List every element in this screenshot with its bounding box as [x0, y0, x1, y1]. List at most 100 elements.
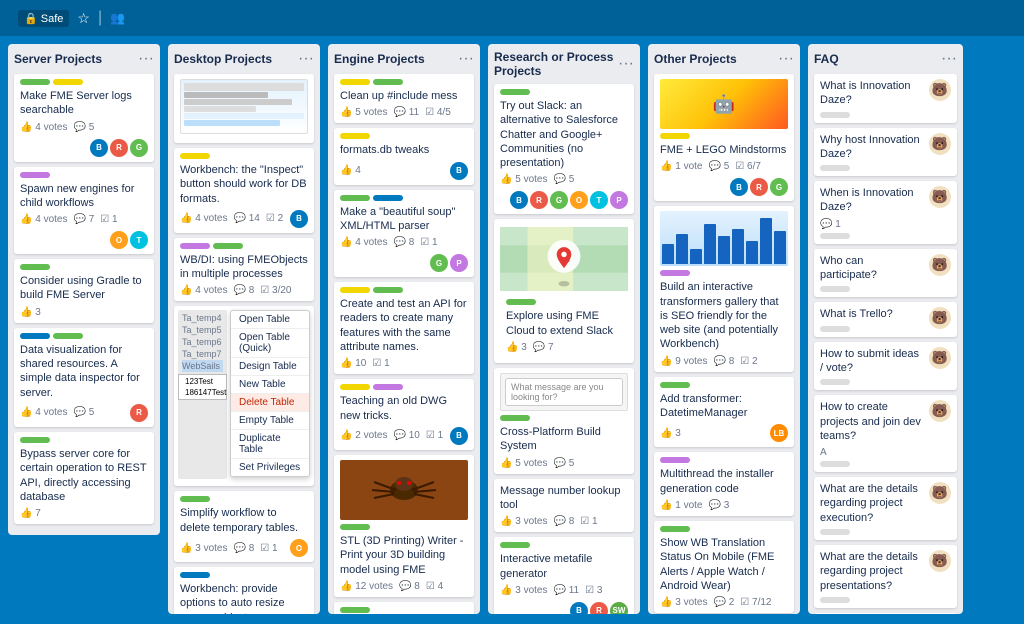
list-item[interactable]: Interactive metafile generator 👍 3 votes… — [494, 537, 634, 614]
list-item[interactable]: Make FME Server logs searchable 👍 4 vote… — [14, 74, 154, 162]
card-accumulator[interactable]: Build an interactive transformers galler… — [654, 206, 794, 371]
card-label — [660, 526, 690, 532]
list-item[interactable]: Make a "beautiful soup" XML/HTML parser … — [334, 190, 474, 278]
card-comments: 💬 5 — [73, 122, 94, 133]
menu-open-table[interactable]: Open Table — [231, 311, 309, 329]
list-item[interactable]: WB/DI: using FMEObjects in multiple proc… — [174, 238, 314, 302]
card-votes: 👍 5 votes — [500, 458, 547, 469]
list-item[interactable]: Create and test an API for readers to cr… — [334, 282, 474, 374]
card-label — [820, 233, 850, 239]
column-header: Other Projects ··· — [654, 50, 794, 68]
card-spider[interactable]: STL (3D Printing) Writer - Print your 3D… — [334, 455, 474, 597]
card-comments: 💬 5 — [73, 407, 94, 418]
list-item[interactable]: Simplify workflow to delete temporary ta… — [174, 491, 314, 562]
card-extra: ☑ 1 — [372, 358, 389, 369]
list-item[interactable]: What are the details regarding project p… — [814, 545, 957, 608]
column-menu-button[interactable]: ··· — [778, 50, 794, 68]
list-item[interactable]: What about administrative details? 🐻 — [814, 613, 957, 614]
list-item[interactable]: Message number lookup tool 👍 3 votes💬 8☑… — [494, 479, 634, 533]
card-title: Try out Slack: an alternative to Salesfo… — [500, 99, 628, 170]
card-votes: 👍 1 vote — [660, 500, 702, 511]
list-item[interactable]: Multithread the installer generation cod… — [654, 452, 794, 516]
menu-design-table[interactable]: Design Table — [231, 358, 309, 376]
card-menu[interactable]: Ta_temp4 Ta_temp5 Ta_temp6 Ta_temp7 WebS… — [174, 306, 314, 486]
column-engine: Engine Projects ··· Clean up #include me… — [328, 44, 480, 614]
card-lego[interactable]: 🤖 FME + LEGO Mindstorms 👍 1 vote 💬 5 ☑ 6… — [654, 74, 794, 201]
list-item[interactable]: How to submit ideas / vote? 🐻 — [814, 342, 957, 391]
menu-set-privileges[interactable]: Set Privileges — [231, 459, 309, 476]
card-title: What are the details regarding project e… — [820, 482, 923, 525]
list-item[interactable]: How to create projects and join dev team… — [814, 395, 957, 472]
card-extra: ☑ 1 — [100, 214, 117, 225]
bear-icon: 🐻 — [929, 254, 951, 276]
list-item[interactable]: Data visualization for shared resources.… — [14, 328, 154, 427]
card-searchbox[interactable]: What message are you looking for? Cross-… — [494, 368, 634, 474]
menu-empty-table[interactable]: Empty Table — [231, 412, 309, 430]
star-icon[interactable]: ☆ — [77, 10, 90, 27]
card-votes: 👍 3 votes — [180, 543, 227, 554]
column-menu-button[interactable]: ··· — [458, 50, 474, 68]
column-menu-button[interactable]: ··· — [298, 50, 314, 68]
list-item[interactable]: Clean up #include mess 👍 5 votes💬 11☑ 4/… — [334, 74, 474, 123]
card-comments: 💬 7 — [73, 214, 94, 225]
list-item[interactable]: Who can participate? 🐻 — [814, 249, 957, 298]
card-comments: 💬 2 — [713, 597, 734, 608]
card-label — [180, 243, 210, 249]
column-menu-button[interactable]: ··· — [138, 50, 154, 68]
lego-image: 🤖 — [660, 79, 788, 129]
list-item[interactable]: What are the details regarding project e… — [814, 477, 957, 540]
card-comments: 💬 14 — [233, 213, 259, 224]
menu-open-quick[interactable]: Open Table (Quick) — [231, 329, 309, 358]
card-votes: 👍 10 — [340, 358, 366, 369]
list-item[interactable]: Workbench: provide options to auto resiz… — [174, 567, 314, 614]
avatar: O — [290, 539, 308, 557]
list-item[interactable]: Teaching an old DWG new tricks. 👍 2 vote… — [334, 379, 474, 450]
card-title: Build an interactive transformers galler… — [660, 280, 788, 351]
card-title: Show WB Translation Status On Mobile (FM… — [660, 536, 788, 593]
list-item[interactable]: Multivariate data analysis — [334, 602, 474, 614]
list-item[interactable]: When is Innovation Daze? 💬 1 🐻 — [814, 181, 957, 244]
list-item[interactable]: formats.db tweaks 👍 4B — [334, 128, 474, 184]
column-desktop: Desktop Projects ··· Workbench: the "Ins… — [168, 44, 320, 614]
card-title: Interactive metafile generator — [500, 552, 628, 581]
list-item[interactable]: Try out Slack: an alternative to Salesfo… — [494, 84, 634, 214]
card-label — [340, 195, 370, 201]
list-item[interactable]: Bypass server core for certain operation… — [14, 432, 154, 524]
list-item[interactable]: What is Innovation Daze? 🐻 — [814, 74, 957, 123]
safe-badge[interactable]: 🔒 Safe — [18, 10, 69, 27]
card-gmaps[interactable]: G Explore using FME Cloud to extend Slac… — [494, 219, 634, 363]
column-menu-button[interactable]: ··· — [941, 50, 957, 68]
context-menu[interactable]: Open Table Open Table (Quick) Design Tab… — [230, 310, 310, 477]
avatar: B — [510, 191, 528, 209]
card-extra: ☑ 1 — [260, 543, 277, 554]
card-title: Bypass server core for certain operation… — [20, 447, 148, 504]
card-label — [20, 172, 50, 178]
list-item[interactable]: Workbench: the "Inspect" button should w… — [174, 148, 314, 233]
card-label — [820, 165, 850, 171]
card-votes: 👍 9 votes — [660, 356, 707, 367]
card-votes: 👍 3 votes — [500, 516, 547, 527]
column-menu-button[interactable]: ··· — [618, 55, 634, 73]
card-votes: 👍 1 vote — [660, 161, 702, 172]
avatar: B — [90, 139, 108, 157]
card-votes: 👍 4 votes — [20, 214, 67, 225]
list-item[interactable]: Add transformer: DatetimeManager 👍 3LB — [654, 377, 794, 448]
list-item[interactable]: Why host Innovation Daze? 🐻 — [814, 128, 957, 177]
card-title: Teaching an old DWG new tricks. — [340, 394, 468, 423]
bear-icon: 🐻 — [929, 186, 951, 208]
card-extra: ☑ 3/20 — [260, 285, 291, 296]
list-item[interactable]: What is Trello? 🐻 — [814, 302, 957, 336]
list-item[interactable]: Spawn new engines for child workflows 👍 … — [14, 167, 154, 255]
card-screenshot[interactable] — [174, 74, 314, 143]
card-title: Message number lookup tool — [500, 484, 628, 513]
menu-duplicate-table[interactable]: Duplicate Table — [231, 430, 309, 459]
card-title: What are the details regarding project p… — [820, 550, 923, 593]
menu-new-table[interactable]: New Table — [231, 376, 309, 394]
menu-delete-table[interactable]: Delete Table — [231, 394, 309, 412]
search-placeholder: What message are you looking for? — [505, 378, 623, 406]
card-extra: ☑ 1 — [420, 237, 437, 248]
column-faq: FAQ ··· What is Innovation Daze? 🐻 Why h… — [808, 44, 963, 614]
board: Server Projects ··· Make FME Server logs… — [0, 36, 1024, 624]
list-item[interactable]: Consider using Gradle to build FME Serve… — [14, 259, 154, 323]
list-item[interactable]: Show WB Translation Status On Mobile (FM… — [654, 521, 794, 613]
